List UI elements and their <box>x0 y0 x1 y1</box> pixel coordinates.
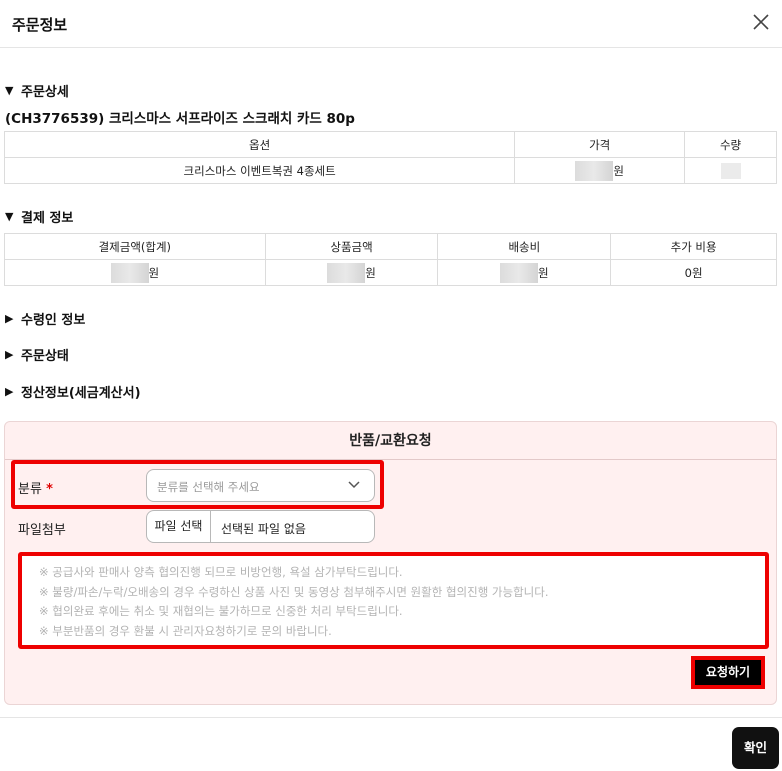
section-recipient-toggle[interactable]: ▶ 수령인 정보 <box>5 309 85 328</box>
redacted-price <box>575 160 614 181</box>
close-icon[interactable] <box>750 11 772 33</box>
column-header-price: 가격 <box>514 131 686 158</box>
file-attach-label: 파일첨부 <box>18 523 66 538</box>
column-header-product-amount: 상품금액 <box>264 233 439 260</box>
submit-request-button[interactable]: 요청하기 <box>691 656 765 689</box>
table-row: 크리스마스 이벤트복권 4종세트 원 <box>3 157 777 184</box>
price-unit: 원 <box>613 163 624 178</box>
notice-line: ※ 불량/파손/누락/오배송의 경우 수령하신 상품 사진 및 동영상 첨부해주… <box>39 584 549 599</box>
table-row: 원 원 원 0원 <box>4 259 777 286</box>
payment-table: 결제금액(합계) 상품금액 배송비 추가 비용 원 원 원 0원 <box>4 233 777 286</box>
confirm-button[interactable]: 확인 <box>732 727 779 769</box>
redacted-amount <box>327 262 366 283</box>
caret-right-icon: ▶ <box>5 348 14 361</box>
amount-unit: 원 <box>148 265 160 280</box>
section-order-detail-toggle[interactable]: ▼ 주문상세 <box>5 81 69 100</box>
shipping-cell: 원 <box>437 259 612 286</box>
chevron-down-icon <box>348 481 360 489</box>
notice-line: ※ 협의완료 후에는 취소 및 재협의는 불가하므로 신중한 처리 부탁드립니다… <box>39 604 403 618</box>
quantity-cell <box>684 157 777 184</box>
return-exchange-panel: 반품/교환요청 분류 * 분류를 선택해 주세요 파일첨부 파일 선택 선택된 … <box>4 421 777 705</box>
category-placeholder: 분류를 선택해 주세요 <box>157 480 260 494</box>
section-settlement-label: 정산정보(세금계산서) <box>21 386 141 401</box>
product-title: (CH3776539) 크리스마스 서프라이즈 스크래치 카드 80p <box>5 111 355 127</box>
column-header-option: 옵션 <box>3 131 516 158</box>
redacted-quantity <box>720 162 741 179</box>
caret-down-icon: ▼ <box>5 84 14 97</box>
section-order-status-toggle[interactable]: ▶ 주문상태 <box>5 345 69 364</box>
column-header-extra-cost: 추가 비용 <box>610 233 777 260</box>
category-label: 분류 * <box>18 478 53 497</box>
caret-down-icon: ▼ <box>5 210 14 223</box>
section-recipient-label: 수령인 정보 <box>21 313 86 328</box>
return-exchange-title: 반품/교환요청 <box>5 422 776 460</box>
extra-cost-cell: 0원 <box>610 259 777 286</box>
redacted-amount <box>500 262 539 283</box>
modal-title: 주문정보 <box>12 16 68 34</box>
notice-line: ※ 공급사와 판매사 양측 협의진행 되므로 비방언행, 욕설 삼가부탁드립니다… <box>39 565 403 579</box>
total-cell: 원 <box>4 259 266 286</box>
product-amount-cell: 원 <box>264 259 439 286</box>
section-order-detail-label: 주문상세 <box>21 85 69 100</box>
column-header-shipping: 배송비 <box>437 233 612 260</box>
section-settlement-toggle[interactable]: ▶ 정산정보(세금계산서) <box>5 382 141 401</box>
redacted-amount <box>110 262 149 283</box>
column-header-quantity: 수량 <box>684 131 777 158</box>
order-detail-table: 옵션 가격 수량 크리스마스 이벤트복권 4종세트 원 <box>3 131 777 184</box>
required-mark: * <box>46 482 53 497</box>
file-input[interactable]: 파일 선택 선택된 파일 없음 <box>146 510 375 543</box>
column-header-total: 결제금액(합계) <box>4 233 266 260</box>
section-payment-label: 결제 정보 <box>21 211 74 226</box>
category-label-text: 분류 <box>18 482 42 497</box>
amount-unit: 원 <box>538 265 549 280</box>
section-order-status-label: 주문상태 <box>21 349 69 364</box>
caret-right-icon: ▶ <box>5 385 14 398</box>
price-cell: 원 <box>514 157 686 184</box>
category-select[interactable]: 분류를 선택해 주세요 <box>146 469 375 502</box>
option-cell: 크리스마스 이벤트복권 4종세트 <box>3 157 516 184</box>
file-status: 선택된 파일 없음 <box>221 522 306 536</box>
caret-right-icon: ▶ <box>5 312 14 325</box>
request-textarea[interactable]: ※ 공급사와 판매사 양측 협의진행 되므로 비방언행, 욕설 삼가부탁드립니다… <box>18 552 769 649</box>
file-select-button[interactable]: 파일 선택 <box>147 511 211 542</box>
amount-unit: 원 <box>365 265 376 280</box>
notice-line: ※ 부분반품의 경우 환불 시 관리자요청하기로 문의 바랍니다. <box>39 623 332 638</box>
modal-header: 주문정보 <box>0 0 782 48</box>
footer-divider <box>0 717 782 718</box>
section-payment-toggle[interactable]: ▼ 결제 정보 <box>5 207 73 226</box>
